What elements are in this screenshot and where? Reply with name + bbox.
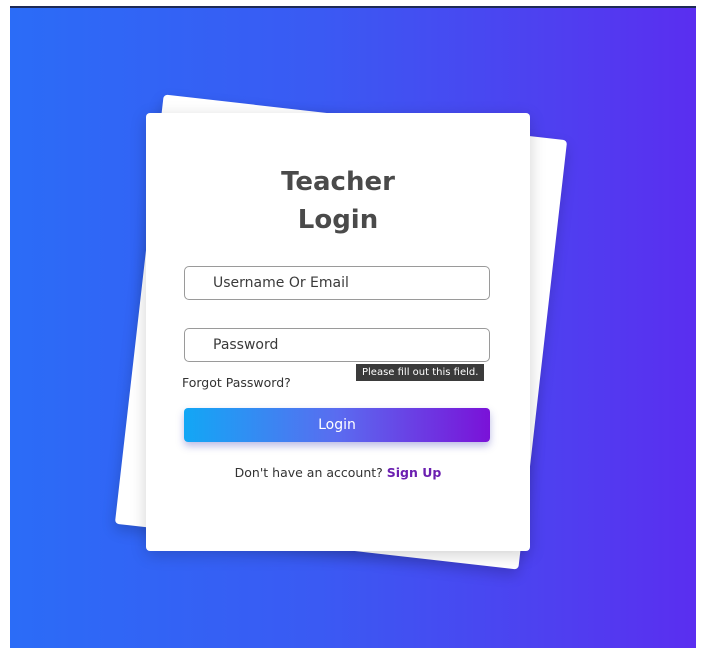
title-line-login: Login xyxy=(297,205,379,235)
login-card: Teacher Login Please fill out this field… xyxy=(146,113,530,551)
signup-prompt-text: Don't have an account? xyxy=(234,465,383,480)
title-line-teacher: Teacher xyxy=(281,167,395,197)
password-input[interactable] xyxy=(184,328,490,362)
validation-tooltip: Please fill out this field. xyxy=(356,364,485,381)
signup-prompt-row: Don't have an account? Sign Up xyxy=(146,465,530,480)
login-button[interactable]: Login xyxy=(184,408,490,442)
page-title: Teacher Login xyxy=(146,163,530,239)
screenshot-frame: Teacher Login Please fill out this field… xyxy=(0,0,703,654)
username-email-input[interactable] xyxy=(184,266,490,300)
sign-up-link[interactable]: Sign Up xyxy=(387,465,442,480)
forgot-password-link[interactable]: Forgot Password? xyxy=(182,375,291,390)
